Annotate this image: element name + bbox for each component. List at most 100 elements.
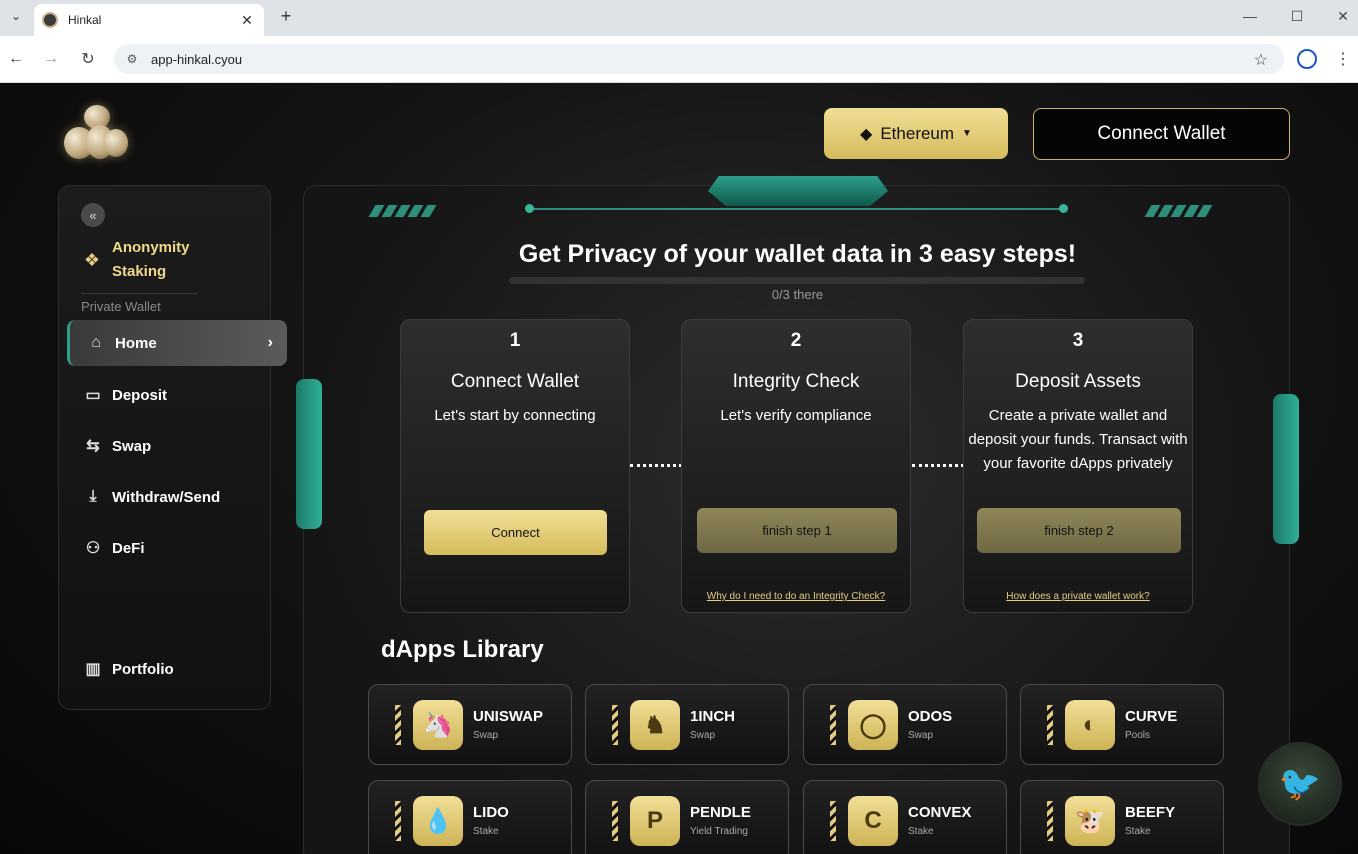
sidebar-item-label: Deposit: [112, 386, 168, 404]
url-text[interactable]: app-hinkal.cyou: [151, 52, 242, 67]
profile-icon[interactable]: [1297, 49, 1317, 69]
step-description: Create a private wallet and deposit your…: [968, 407, 1188, 472]
connect-wallet-button[interactable]: Connect Wallet: [1033, 108, 1290, 160]
decor-line: [532, 208, 1062, 210]
curve-icon: ◐: [1065, 700, 1115, 750]
withdraw-icon: ⤓: [89, 488, 97, 505]
defi-icon: ⚇: [85, 540, 101, 557]
address-bar[interactable]: ⚙ app-hinkal.cyou ☆: [114, 44, 1284, 74]
step-description: Let's verify compliance: [720, 407, 872, 424]
main-panel: Get Privacy of your wallet data in 3 eas…: [296, 176, 1299, 854]
dapp-card-pendle[interactable]: P PENDLE Yield Trading: [585, 780, 789, 854]
dapp-card-convex[interactable]: C CONVEX Stake: [803, 780, 1007, 854]
page-title: Get Privacy of your wallet data in 3 eas…: [518, 240, 1077, 268]
decor-stripes: [1144, 204, 1228, 217]
integrity-check-help-link[interactable]: Why do I need to do an Integrity Check?: [682, 591, 910, 602]
dapp-category: Swap: [473, 730, 499, 741]
chevron-down-icon: ▼: [962, 128, 972, 139]
finish-step-1-button[interactable]: finish step 1: [697, 508, 897, 553]
chevron-right-icon: ›: [267, 334, 273, 351]
step-title: Connect Wallet: [450, 371, 580, 392]
connect-button[interactable]: Connect: [424, 510, 607, 555]
collapse-sidebar-icon[interactable]: «: [81, 203, 105, 227]
browser-tab[interactable]: Hinkal ✕: [34, 4, 264, 36]
minimize-icon[interactable]: —: [1240, 6, 1260, 26]
dapp-card-odos[interactable]: ◯ ODOS Swap: [803, 684, 1007, 765]
section-label: Private Wallet: [81, 299, 161, 314]
sidebar-item-label: Portfolio: [112, 660, 174, 678]
dapp-category: Stake: [1125, 826, 1151, 837]
uniswap-icon: 🦄: [413, 700, 463, 750]
panel-top-tab: [708, 176, 888, 206]
dapp-name: CURVE: [1125, 708, 1178, 725]
sidebar-item-swap[interactable]: ⇆ Swap: [67, 423, 287, 469]
dapp-category: Stake: [908, 826, 934, 837]
step-card-3: 3 Deposit Assets Create a private wallet…: [963, 319, 1193, 613]
hinkal-logo[interactable]: [64, 105, 130, 159]
maximize-icon[interactable]: ☐: [1287, 6, 1307, 26]
dapp-card-curve[interactable]: ◐ CURVE Pools: [1020, 684, 1224, 765]
dapp-category: Swap: [908, 730, 934, 741]
tab-search-icon[interactable]: ⌄: [6, 6, 26, 26]
step-card-2: 2 Integrity Check Let's verify complianc…: [681, 319, 911, 613]
beefy-icon: 🐮: [1065, 796, 1115, 846]
sidebar-item-label: Swap: [112, 437, 152, 455]
dapp-category: Pools: [1125, 730, 1151, 741]
bookmark-star-icon[interactable]: ☆: [1254, 50, 1268, 70]
bird-mascot-icon: 🐦: [1278, 765, 1322, 803]
decor-stripe: [395, 801, 401, 841]
dapp-name: BEEFY: [1125, 804, 1176, 821]
decor-stripe: [830, 705, 836, 745]
back-icon[interactable]: ←: [5, 48, 27, 70]
dapp-name: 1INCH: [690, 708, 736, 725]
private-wallet-help-link[interactable]: How does a private wallet work?: [964, 591, 1192, 602]
ethereum-icon: ◆: [860, 125, 873, 143]
close-window-icon[interactable]: ✕: [1333, 6, 1353, 26]
dapp-card-beefy[interactable]: 🐮 BEEFY Stake: [1020, 780, 1224, 854]
decor-dot: [525, 204, 534, 213]
steps-progress-bar: [509, 277, 1085, 284]
portfolio-chart-icon: ▥: [85, 661, 101, 678]
dapp-card-uniswap[interactable]: 🦄 UNISWAP Swap: [368, 684, 572, 765]
step-title: Integrity Check: [732, 371, 860, 392]
network-selector[interactable]: ◆ Ethereum ▼: [824, 108, 1008, 159]
wallet-icon: ▭: [85, 387, 101, 404]
step-connector: [912, 464, 964, 467]
staking-icon: ❖: [83, 249, 101, 270]
forward-icon[interactable]: →: [40, 48, 62, 70]
chatbot-avatar-button[interactable]: 🐦: [1258, 742, 1342, 826]
site-info-icon[interactable]: ⚙: [124, 51, 140, 67]
step-connector: [630, 464, 682, 467]
decor-stripes: [368, 204, 452, 217]
step-number: 2: [790, 330, 802, 351]
close-tab-icon[interactable]: ✕: [238, 11, 256, 29]
anonymity-staking-label: Anonymity Staking: [112, 239, 190, 280]
dapp-card-lido[interactable]: 💧 LIDO Stake: [368, 780, 572, 854]
sidebar-item-withdraw[interactable]: ⤓ Withdraw/Send: [67, 474, 287, 520]
sidebar-item-home[interactable]: ⌂ Home ›: [67, 320, 287, 366]
1inch-icon: ♞: [630, 700, 680, 750]
sidebar-item-defi[interactable]: ⚇ DeFi: [67, 525, 287, 571]
sidebar-item-portfolio[interactable]: ▥ Portfolio: [67, 646, 287, 692]
anonymity-staking-link[interactable]: ❖ Anonymity Staking: [81, 236, 261, 284]
menu-icon[interactable]: ⋮: [1335, 48, 1351, 70]
browser-tab-bar: ⌄ Hinkal ✕ + — ☐ ✕: [0, 0, 1358, 36]
reload-icon[interactable]: ↻: [77, 48, 99, 70]
dapp-category: Yield Trading: [690, 826, 748, 837]
browser-toolbar: ← → ↻ ⚙ app-hinkal.cyou ☆ ⋮: [0, 36, 1358, 83]
progress-text: 0/3 there: [771, 287, 824, 302]
dapp-card-1inch[interactable]: ♞ 1INCH Swap: [585, 684, 789, 765]
left-side-tab: [296, 379, 322, 529]
dapp-name: ODOS: [908, 708, 953, 725]
sidebar-item-deposit[interactable]: ▭ Deposit: [67, 372, 287, 418]
step-description: Let's start by connecting: [434, 407, 596, 424]
tab-title: Hinkal: [68, 13, 102, 27]
step-number: 1: [509, 330, 521, 351]
decor-stripe: [1047, 801, 1053, 841]
lido-icon: 💧: [413, 796, 463, 846]
finish-step-2-button[interactable]: finish step 2: [977, 508, 1181, 553]
decor-stripe: [612, 705, 618, 745]
network-label: Ethereum: [880, 123, 955, 143]
new-tab-icon[interactable]: +: [276, 6, 296, 26]
dapp-name: UNISWAP: [473, 708, 544, 725]
